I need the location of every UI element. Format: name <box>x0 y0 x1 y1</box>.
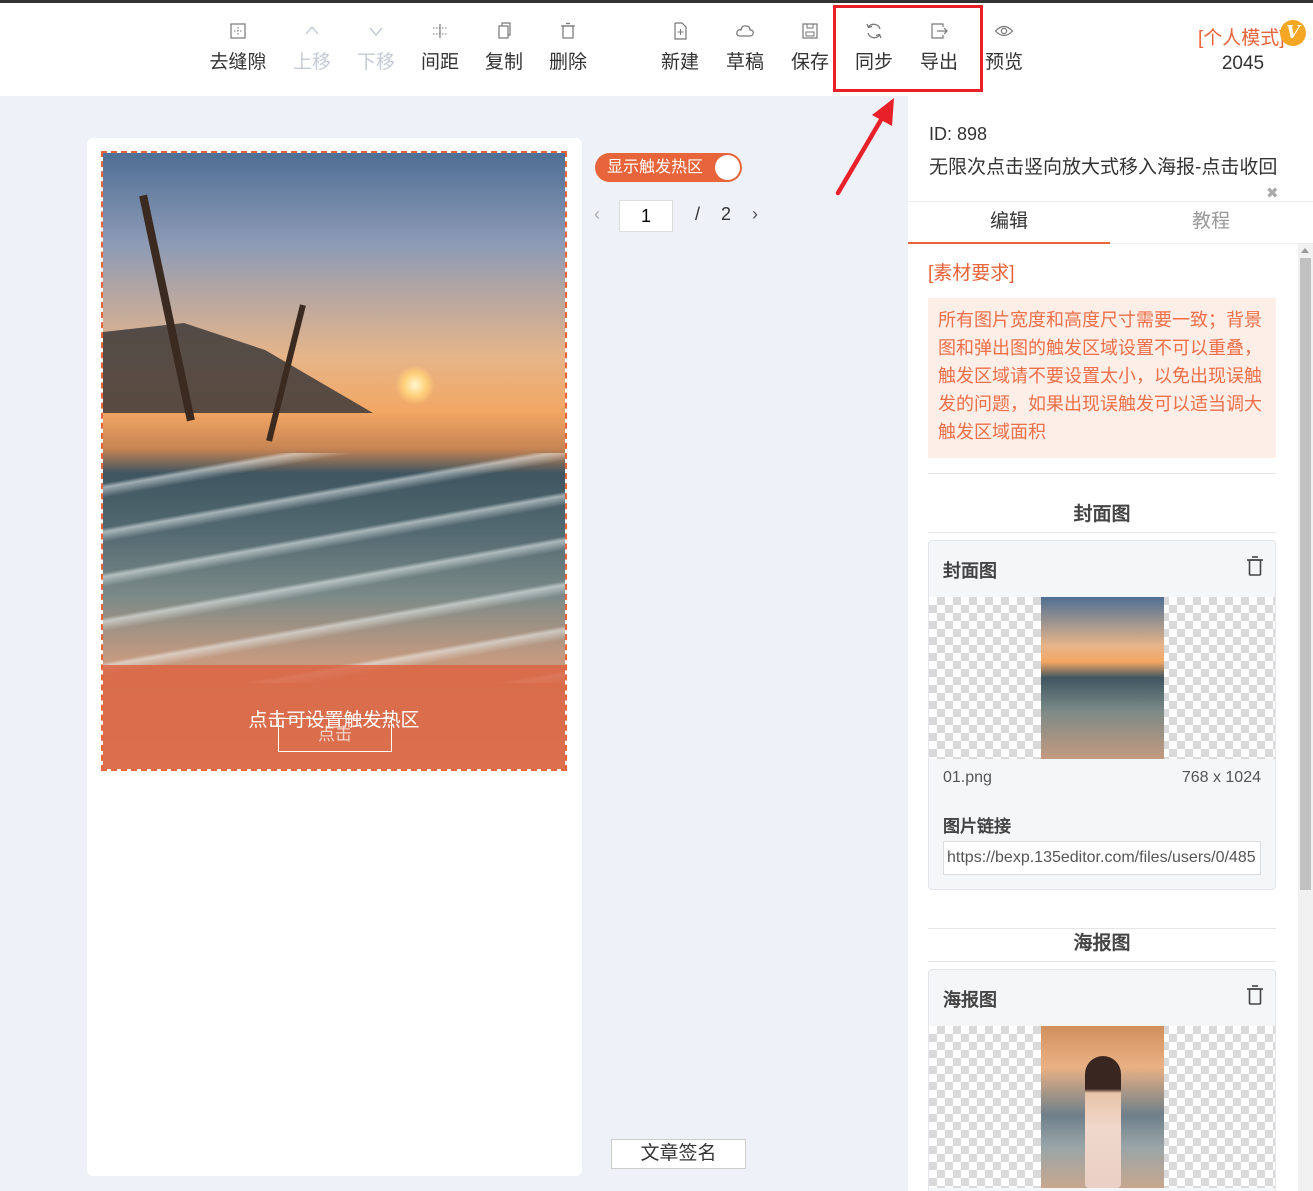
cover-delete-trash-icon[interactable] <box>1245 555 1265 577</box>
save-label: 保存 <box>790 52 829 73</box>
tab-edit[interactable]: 编辑 <box>908 202 1110 244</box>
spacing-label: 间距 <box>420 52 459 73</box>
tools-icon[interactable]: ✖ <box>1266 184 1279 202</box>
wave-foam <box>103 453 565 683</box>
new-label: 新建 <box>660 52 699 73</box>
poster-image-card: 海报图 <box>928 969 1276 1191</box>
prev-page-icon[interactable]: ‹ <box>594 204 600 225</box>
divider <box>928 473 1276 474</box>
poster-image-preview[interactable] <box>929 1026 1275 1188</box>
delete-button[interactable]: 删除 <box>538 21 598 74</box>
cover-file-size: 768 x 1024 <box>1181 769 1261 786</box>
image-link-label: 图片链接 <box>943 817 1011 836</box>
remove-gap-label: 去缝隙 <box>209 52 267 73</box>
copy-label: 复制 <box>484 52 523 73</box>
copy-button[interactable]: 复制 <box>474 21 534 74</box>
cover-card-title: 封面图 <box>943 561 997 581</box>
new-file-icon <box>674 22 687 40</box>
template-title: 无限次点击竖向放大式移入海报-点击收回 <box>929 157 1278 178</box>
settings-panel: ID: 898 无限次点击竖向放大式移入海报-点击收回 ✖ 编辑 教程 [素材要… <box>908 96 1313 1191</box>
panel-scroll-area[interactable]: [素材要求] 所有图片宽度和高度尺寸需要一致；背景图和弹出图的触发区域设置不可以… <box>908 244 1298 1191</box>
gap-icon <box>230 23 246 39</box>
remove-gap-button[interactable]: 去缝隙 <box>208 21 268 74</box>
poster-card-title: 海报图 <box>943 990 997 1010</box>
page-separator: / <box>695 204 701 224</box>
new-button[interactable]: 新建 <box>650 21 710 74</box>
move-up-button[interactable]: 上移 <box>282 21 342 74</box>
poster-section-title: 海报图 <box>1073 933 1131 954</box>
divider <box>928 532 1276 533</box>
divider <box>928 961 1276 962</box>
poster-thumbnail <box>1041 1026 1164 1188</box>
vip-badge[interactable]: V <box>1280 20 1306 46</box>
spacing-button[interactable]: 间距 <box>410 21 470 74</box>
hotzone-hint: 点击可设置触发热区 <box>248 710 420 731</box>
copy-icon <box>498 22 511 39</box>
move-down-button[interactable]: 下移 <box>346 21 406 74</box>
cover-image-preview[interactable] <box>929 597 1275 759</box>
draft-label: 草稿 <box>725 52 764 73</box>
page-input[interactable] <box>619 200 673 232</box>
delete-label: 删除 <box>548 52 587 73</box>
requirements-label: [素材要求] <box>928 263 1015 284</box>
show-hotzone-toggle[interactable]: 显示触发热区 <box>595 153 742 182</box>
panel-tabs: 编辑 教程 <box>908 201 1313 244</box>
tab-tutorial[interactable]: 教程 <box>1110 202 1312 244</box>
template-id: ID: 898 <box>929 124 988 144</box>
image-link-input[interactable] <box>943 841 1261 875</box>
cover-thumbnail <box>1041 597 1164 759</box>
scroll-up-icon[interactable] <box>1301 248 1309 253</box>
draft-button[interactable]: 草稿 <box>715 21 775 74</box>
spacing-icon <box>433 24 447 38</box>
poster-preview[interactable]: 点击 点击可设置触发热区 <box>101 151 567 771</box>
preview-button[interactable]: 预览 <box>974 21 1034 74</box>
move-up-label: 上移 <box>292 52 331 73</box>
page-total: 2 <box>721 204 732 224</box>
annotation-arrow-icon <box>835 98 894 196</box>
toggle-knob <box>715 155 740 180</box>
poster-delete-trash-icon[interactable] <box>1245 984 1265 1006</box>
article-signature-button[interactable]: 文章签名 <box>611 1139 746 1169</box>
save-button[interactable]: 保存 <box>780 21 840 74</box>
scrollbar-thumb[interactable] <box>1300 258 1311 890</box>
sun <box>395 365 435 405</box>
panel-scrollbar[interactable] <box>1298 244 1313 1191</box>
poster-figure <box>1085 1056 1121 1188</box>
highlight-box <box>833 5 983 92</box>
cover-section-title: 封面图 <box>1073 504 1131 525</box>
next-page-icon[interactable]: › <box>752 204 758 225</box>
move-down-label: 下移 <box>356 52 395 73</box>
toolbar: 去缝隙 上移 下移 间距 复制 删除 新建 草稿 保存 同步 导出 预览 [个人… <box>0 3 1313 96</box>
trash-icon <box>561 22 575 39</box>
preview-label: 预览 <box>984 52 1023 73</box>
cover-image-card: 封面图 01.png 768 x 1024 图片链接 <box>928 540 1276 890</box>
personal-mode-label[interactable]: [个人模式] <box>1198 23 1285 50</box>
toggle-label: 显示触发热区 <box>607 159 704 176</box>
requirements-text: 所有图片宽度和高度尺寸需要一致；背景图和弹出图的触发区域设置不可以重叠，触发区域… <box>928 298 1276 458</box>
chevron-up-icon <box>305 25 319 35</box>
credit-count: 2045 <box>1221 53 1265 74</box>
chevron-down-icon <box>369 27 383 37</box>
save-icon <box>802 23 818 39</box>
cover-file-name: 01.png <box>943 769 992 786</box>
cloud-icon <box>736 25 754 37</box>
eye-icon <box>994 25 1014 37</box>
